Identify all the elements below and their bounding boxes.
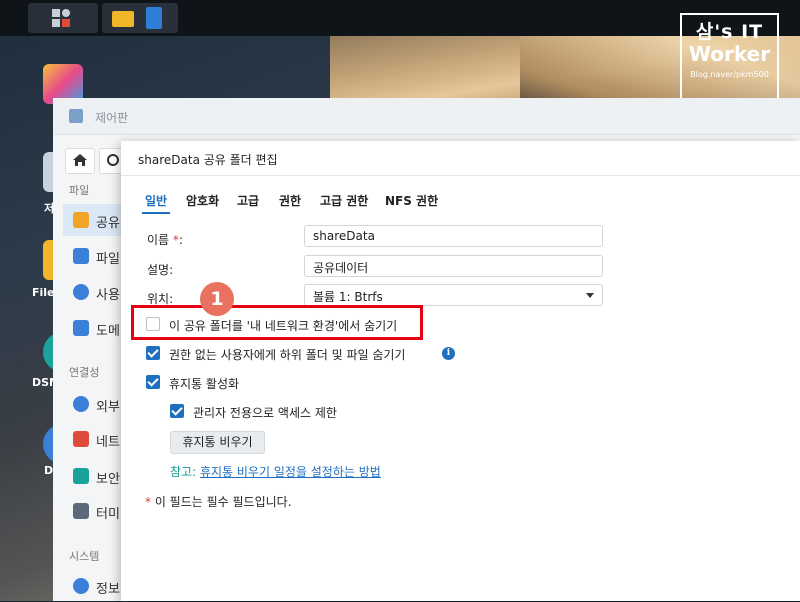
sidebar-item-file-services[interactable]: 파일 (63, 240, 123, 272)
file-services-icon (73, 248, 89, 264)
domain-icon (73, 320, 89, 336)
location-select[interactable]: 볼륨 1: Btrfs (304, 284, 603, 306)
info-icon[interactable]: i (442, 347, 455, 360)
external-access-icon (73, 396, 89, 412)
sidebar-item-label: 네트 (96, 435, 120, 450)
annotation-highlight-box (131, 305, 423, 340)
sidebar-item-label: 사용 (96, 288, 120, 303)
admin-only-checkbox[interactable] (170, 404, 184, 418)
dialog-tabs: 일반 암호화 고급 권한 고급 권한 NFS 권한 (121, 189, 800, 213)
sidebar-item-label: 파일 (96, 252, 120, 267)
description-label: 설명: (147, 263, 174, 277)
sidebar-item-label: 터미 (96, 507, 120, 522)
recycle-bin-checkbox-row[interactable]: 휴지통 활성화 (146, 373, 296, 393)
hide-subfolders-checkbox[interactable] (146, 346, 160, 360)
chevron-down-icon (586, 293, 594, 298)
terminal-icon (73, 503, 89, 519)
sidebar-item-users[interactable]: 사용 (63, 276, 123, 308)
admin-only-label: 관리자 전용으로 액세스 제한 (193, 406, 337, 420)
info-center-icon (73, 578, 89, 594)
sidebar-item-label: 보안 (96, 472, 120, 487)
sidebar-item-shared-folder[interactable]: 공유 (63, 204, 123, 236)
logo-line-3: Blog.naver/pkm500 (690, 70, 769, 79)
desktop-label: D (44, 464, 54, 477)
sidebar-item-label: 도메 (96, 324, 120, 339)
main-menu-button[interactable] (28, 3, 98, 33)
required-field-note: * 이 필드는 필수 필드입니다. (145, 495, 292, 509)
search-icon (107, 154, 119, 166)
sidebar-section-file[interactable]: 파일 (69, 182, 89, 198)
description-field[interactable]: 공유데이터 (304, 255, 603, 277)
main-menu-icon (50, 7, 72, 29)
tab-general[interactable]: 일반 (145, 192, 167, 209)
active-tab-indicator (142, 212, 170, 214)
sidebar-section-connectivity[interactable]: 연결성 (69, 364, 99, 380)
control-panel-icon (69, 109, 83, 123)
name-label: 이름 *: (147, 233, 183, 247)
tab-advanced[interactable]: 고급 (237, 192, 259, 209)
recycle-bin-label: 휴지통 활성화 (169, 377, 240, 391)
recycle-schedule-link[interactable]: 휴지통 비우기 일정을 설정하는 방법 (200, 465, 381, 479)
hide-subfolders-checkbox-row[interactable]: 권한 없는 사용자에게 하위 폴더 및 파일 숨기기 i (146, 344, 466, 364)
sidebar-item-external-access[interactable]: 외부 (63, 388, 123, 420)
tab-nfs-permissions[interactable]: NFS 권한 (385, 192, 438, 209)
dialog-title: shareData 공유 폴더 편집 (138, 153, 278, 167)
empty-recycle-bin-button[interactable]: 휴지통 비우기 (170, 431, 265, 454)
location-value: 볼륨 1: Btrfs (313, 290, 383, 304)
taskbar-app-group[interactable] (102, 3, 178, 33)
sidebar-item-network[interactable]: 네트 (63, 423, 123, 455)
security-icon (73, 468, 89, 484)
control-panel-taskbar-icon[interactable] (146, 7, 162, 29)
edit-shared-folder-dialog: shareData 공유 폴더 편집 일반 암호화 고급 권한 고급 권한 NF… (121, 141, 800, 601)
hide-subfolders-label: 권한 없는 사용자에게 하위 폴더 및 파일 숨기기 (169, 348, 406, 362)
sidebar-item-label: 공유 (96, 216, 120, 231)
divider (121, 175, 800, 176)
tab-advanced-permissions[interactable]: 고급 권한 (320, 192, 368, 209)
tab-permissions[interactable]: 권한 (279, 192, 301, 209)
admin-only-checkbox-row[interactable]: 관리자 전용으로 액세스 제한 (170, 402, 370, 422)
control-panel-title: 제어판 (95, 111, 129, 125)
home-button[interactable] (65, 148, 95, 174)
home-icon (73, 154, 87, 166)
desktop-label: File (32, 286, 55, 299)
sidebar-section-system[interactable]: 시스템 (69, 548, 99, 564)
sidebar-item-terminal[interactable]: 터미 (63, 495, 123, 527)
annotation-step-badge: 1 (200, 282, 234, 316)
recycle-bin-checkbox[interactable] (146, 375, 160, 389)
shared-folder-icon (73, 212, 89, 228)
sidebar-item-info-center[interactable]: 정보 (63, 570, 123, 602)
users-icon (73, 284, 89, 300)
file-station-icon[interactable] (112, 11, 134, 27)
sidebar-item-domain[interactable]: 도메 (63, 312, 123, 344)
blog-logo: 삼's IT Worker Blog.naver/pkm500 (680, 13, 779, 100)
sidebar-item-label: 외부 (96, 400, 120, 415)
network-icon (73, 431, 89, 447)
control-panel-titlebar[interactable]: 제어판 (53, 98, 800, 135)
note-prefix: 참고: (170, 465, 197, 479)
sidebar-item-label: 정보 (96, 582, 120, 597)
sidebar-item-security[interactable]: 보안 (63, 460, 123, 492)
logo-line-1: 삼's IT (695, 21, 764, 43)
tab-encryption[interactable]: 암호화 (186, 192, 219, 209)
name-field[interactable]: shareData (304, 225, 603, 247)
logo-line-2: Worker (688, 42, 771, 66)
recycle-note: 참고: 휴지통 비우기 일정을 설정하는 방법 (170, 463, 381, 480)
